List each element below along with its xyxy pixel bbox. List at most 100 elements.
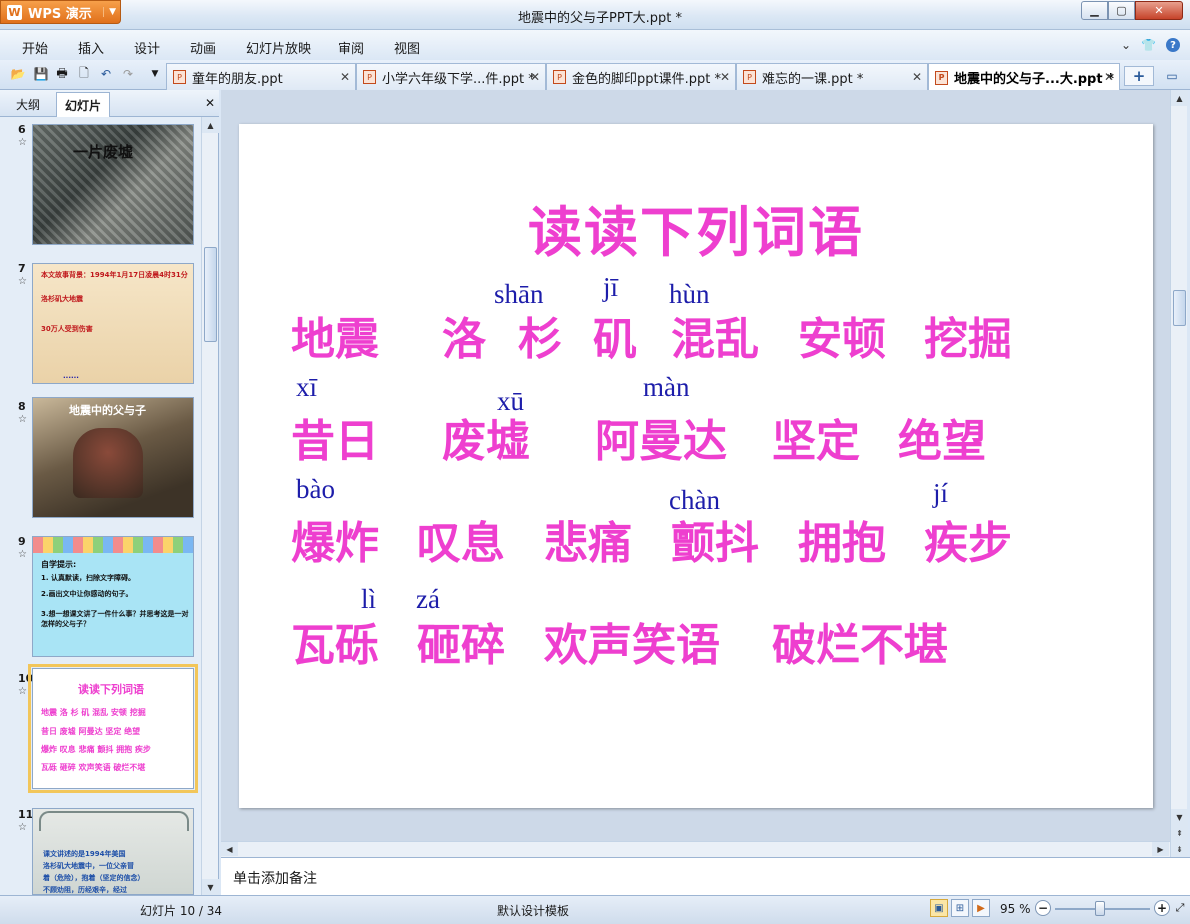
close-button[interactable]: ✕ [1135,1,1183,20]
open-folder-icon[interactable]: 📂 [10,66,26,82]
wps-logo-icon: W [7,4,22,20]
doc-tab-3[interactable]: P 金色的脚印ppt课件.ppt * ✕ [546,63,736,90]
ppt-file-icon: P [553,70,566,84]
slide-thumbnail-6[interactable]: 一片废墟 [32,124,194,245]
tab-outline[interactable]: 大纲 [8,92,48,117]
scroll-thumb[interactable] [204,247,217,342]
redo-icon[interactable]: ↷ [120,66,136,82]
scroll-thumb[interactable] [1173,290,1186,326]
scroll-down-icon[interactable]: ▼ [202,879,219,895]
close-tab-icon[interactable]: ✕ [1104,70,1114,84]
word: 叹息 [417,518,505,569]
current-slide[interactable]: 读读下列词语 shān jī hùn 地震 洛 杉 矶 混乱 安顿 挖掘 xī … [239,124,1153,808]
doc-tab-5-active[interactable]: P 地震中的父与子...大.ppt * ✕ [928,63,1120,91]
chevron-down-icon[interactable]: ⌄ [1121,38,1131,52]
scroll-down-icon[interactable]: ▼ [1171,809,1188,825]
pinyin-man: màn [643,372,690,402]
scroll-right-icon[interactable]: ▶ [1152,842,1169,856]
pinyin-chan: chàn [669,485,720,515]
slide-sorter-icon[interactable]: ⊞ [951,899,969,917]
animation-star-icon: ☆ [18,549,27,560]
tab-slides[interactable]: 幻灯片 [56,92,111,117]
close-tab-icon[interactable]: ✕ [530,70,540,84]
save-icon[interactable]: 💾 [33,66,49,82]
normal-view-icon[interactable]: ▣ [930,899,948,917]
canvas-horizontal-scrollbar[interactable]: ◀ ▶ [221,841,1170,857]
doc-tab-1[interactable]: P 童年的朋友.ppt ✕ [166,63,356,90]
zoom-out-icon[interactable]: − [1035,900,1051,916]
menu-slideshow[interactable]: 幻灯片放映 [246,38,311,57]
thumb-number: 8 [18,400,26,413]
close-icon[interactable]: ✕ [205,96,215,110]
scroll-up-icon[interactable]: ▲ [202,117,219,133]
word: 挖掘 [924,314,1012,365]
thumb-text: 2.画出文中让你感动的句子。 [41,590,133,598]
notes-placeholder[interactable]: 单击添加备注 [233,868,317,888]
menu-insert[interactable]: 插入 [78,38,104,57]
prev-slide-icon[interactable]: ⇞ [1171,825,1188,841]
thumb-text: 课文讲述的是1994年美国 [43,850,126,858]
shirt-skin-icon[interactable]: 👕 [1141,38,1156,52]
slide-thumbnail-9[interactable]: 自学提示: 1. 认真默读，扫除文字障碍。 2.画出文中让你感动的句子。 3.想… [32,536,194,657]
pinyin-hun: hùn [669,279,710,309]
print-preview-icon[interactable]: 🗋 [76,66,92,82]
menu-view[interactable]: 视图 [394,38,420,57]
thumb-number: 7 [18,262,26,275]
thumb-text: 自学提示: [41,560,77,569]
close-tab-icon[interactable]: ✕ [340,70,350,84]
sidebar-scrollbar[interactable]: ▲ ▼ [201,117,219,895]
thumb-text: ...... [63,372,79,380]
doc-tab-label: 地震中的父与子...大.ppt * [954,72,1114,87]
scroll-left-icon[interactable]: ◀ [221,842,238,856]
slide-thumbnail-7[interactable]: 本文故事背景：1994年1月17日凌晨4时31分 洛杉矶大地震 30万人受到伤害… [32,263,194,384]
thumb-title: 读读下列词语 [78,683,144,696]
slide-thumbnail-11[interactable]: 课文讲述的是1994年美国 洛杉矶大地震中，一位父亲冒 着（危险），抱着（坚定的… [32,808,194,895]
new-tab-button[interactable]: + [1124,66,1154,86]
menu-animation[interactable]: 动画 [190,38,216,57]
zoom-in-icon[interactable]: + [1154,900,1170,916]
word: 颤抖 [671,518,759,569]
word: 瓦砾 [291,620,379,671]
customize-dropdown-icon[interactable]: ▼ [147,66,163,82]
undo-icon[interactable]: ↶ [98,66,114,82]
canvas-vertical-scrollbar[interactable]: ▲ ▼ ⇞ ⇟ [1170,90,1188,857]
scroll-up-icon[interactable]: ▲ [1171,90,1188,106]
doc-tab-label: 童年的朋友.ppt [192,71,283,87]
menu-review[interactable]: 审阅 [338,38,364,57]
menu-design[interactable]: 设计 [134,38,160,57]
menu-home[interactable]: 开始 [22,38,48,57]
fit-window-icon[interactable]: ⤢ [1173,901,1187,915]
pinyin-za: zá [416,584,440,614]
animation-star-icon: ☆ [18,276,27,287]
zoom-slider-knob[interactable] [1095,901,1105,916]
close-tab-icon[interactable]: ✕ [720,70,730,84]
doc-tab-label: 小学六年级下学...件.ppt * [382,71,535,87]
slide-title[interactable]: 读读下列词语 [239,188,1153,267]
word: 爆炸 [291,518,379,569]
design-template-name[interactable]: 默认设计模板 [497,902,569,919]
app-menu-button[interactable]: W WPS 演示 ▼ [0,0,121,24]
minimize-button[interactable]: ▁ [1081,1,1108,20]
print-icon[interactable]: 🖶 [54,66,70,82]
father-son-illustration [73,428,143,498]
help-icon[interactable]: ? [1166,38,1180,52]
thumb-number: 6 [18,123,26,136]
maximize-button[interactable]: ▢ [1108,1,1135,20]
pinyin-xi: xī [296,372,318,402]
window-title: 地震中的父与子PPT大.ppt * [518,11,682,26]
word: 安顿 [798,314,886,365]
tab-list-icon[interactable]: ▭ [1162,66,1182,86]
animation-star-icon: ☆ [18,822,27,833]
pinyin-li: lì [361,584,377,614]
slide-thumbnail-8[interactable]: 地震中的父与子 [32,397,194,518]
pinyin-ji: jī [603,272,619,302]
next-slide-icon[interactable]: ⇟ [1171,841,1188,857]
doc-tab-4[interactable]: P 难忘的一课.ppt * ✕ [736,63,928,90]
close-tab-icon[interactable]: ✕ [912,70,922,84]
word: 拥抱 [798,518,886,569]
slideshow-icon[interactable]: ▶ [972,899,990,917]
notes-pane[interactable]: 单击添加备注 [221,857,1190,895]
slide-thumbnail-10-selected[interactable]: 读读下列词语 地震 洛 杉 矶 混乱 安顿 挖掘 昔日 废墟 阿曼达 坚定 绝望… [28,664,198,793]
thumb-text: 3.想一想课文讲了一件什么事？并思考这是一对怎样的父与子？ [41,610,189,628]
doc-tab-2[interactable]: P 小学六年级下学...件.ppt * ✕ [356,63,546,90]
